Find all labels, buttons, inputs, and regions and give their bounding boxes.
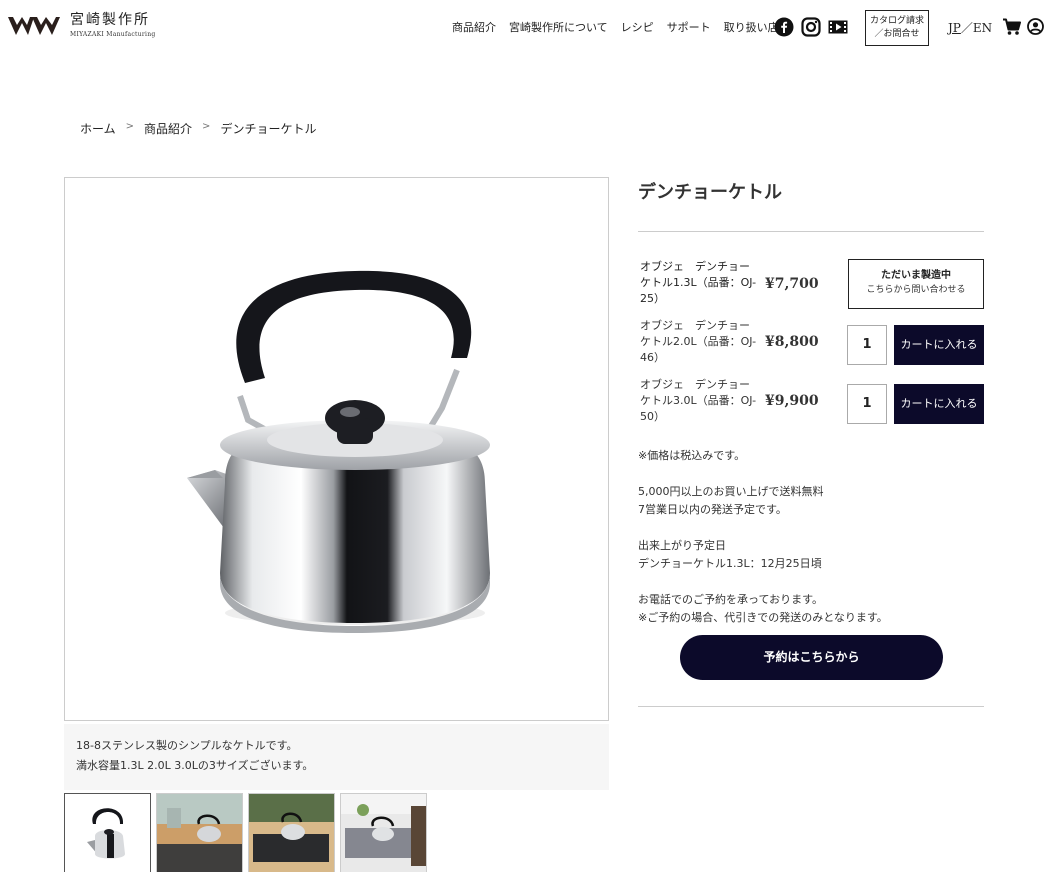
inquiry-button[interactable]: ただいま製造中 こちらから問い合わせる [848,259,984,309]
logo-mark-icon [8,17,60,35]
youtube-icon[interactable] [828,17,848,37]
completion-label: 出来上がり予定日 [638,539,726,552]
shipping-line: 5,000円以上のお買い上げで送料無料 [638,485,824,498]
divider [638,706,984,707]
add-to-cart-button[interactable]: カートに入れる [894,384,984,424]
thumbnail-gallery [64,793,432,872]
instagram-icon[interactable] [801,17,821,37]
breadcrumb: ホーム > 商品紹介 > デンチョーケトル [80,120,316,137]
description-line: 18-8ステンレス製のシンプルなケトルです。 [76,739,298,752]
status-label: ただいま製造中 [881,270,951,281]
phone-line: お電話でのご予約を承っております。 [638,593,824,606]
main-nav: 商品紹介 宮崎製作所について レシピ サポート 取り扱い店舗 [452,19,790,35]
lang-en-link[interactable]: EN [973,21,992,35]
product-main-image [64,177,609,721]
variant-name: オブジェ デンチョーケトル2.0L（品番：OJ-46） [640,319,757,364]
quantity-input[interactable]: 1 [847,325,887,365]
divider [638,231,984,232]
lang-jp-link[interactable]: JP [948,21,961,35]
nav-item-support[interactable]: サポート [667,19,711,35]
account-icon[interactable] [1027,18,1044,35]
catalog-label-line2: ／お問合せ [874,29,920,39]
nav-item-products[interactable]: 商品紹介 [452,19,496,35]
logo-name-en: MIYAZAKI Manufacturing [70,31,156,38]
variant-price: ¥7,700 [765,276,819,292]
variant-price: ¥8,800 [765,334,819,350]
thumbnail-3[interactable] [248,793,335,872]
nav-item-about[interactable]: 宮崎製作所について [509,19,608,35]
cart-icon[interactable] [1003,18,1021,36]
add-to-cart-button[interactable]: カートに入れる [894,325,984,365]
shipping-info: 5,000円以上のお買い上げで送料無料 7営業日以内の発送予定です。 [638,483,824,519]
variant-row: オブジェ デンチョーケトル2.0L（品番：OJ-46） ¥8,800 1 カート… [640,318,986,368]
facebook-icon[interactable] [774,17,794,37]
site-header: 宮崎製作所 MIYAZAKI Manufacturing 商品紹介 宮崎製作所に… [0,0,1048,54]
variant-name: オブジェ デンチョーケトル1.3L（品番：OJ-25） [640,260,757,305]
variant-row: オブジェ デンチョーケトル1.3L（品番：OJ-25） ¥7,700 ただいま製… [640,259,986,309]
catalog-request-button[interactable]: カタログ請求 ／お問合せ [865,10,929,46]
product-title: デンチョーケトル [638,182,782,203]
phone-line: ※ご予約の場合、代引きでの発送のみとなります。 [638,611,888,624]
reserve-button[interactable]: 予約はこちらから [680,635,943,680]
inquiry-label: こちらから問い合わせる [866,285,966,295]
site-logo[interactable]: 宮崎製作所 MIYAZAKI Manufacturing [6,12,156,38]
logo-text: 宮崎製作所 MIYAZAKI Manufacturing [70,12,156,38]
variant-row: オブジェ デンチョーケトル3.0L（品番：OJ-50） ¥9,900 1 カート… [640,377,986,427]
kettle-image [187,270,490,633]
quantity-input[interactable]: 1 [847,384,887,424]
thumbnail-2[interactable] [156,793,243,872]
thumbnail-4[interactable] [340,793,427,872]
nav-item-recipe[interactable]: レシピ [621,19,654,35]
shipping-line: 7営業日以内の発送予定です。 [638,503,787,516]
language-switcher: JP／EN [948,19,992,36]
variant-name: オブジェ デンチョーケトル3.0L（品番：OJ-50） [640,378,757,423]
breadcrumb-category[interactable]: 商品紹介 [144,120,192,137]
catalog-label-line1: カタログ請求 [869,16,924,26]
breadcrumb-home[interactable]: ホーム [80,120,116,137]
description-line: 満水容量1.3L 2.0L 3.0Lの3サイズございます。 [76,759,314,772]
completion-info: 出来上がり予定日 デンチョーケトル1.3L：12月25日頃 [638,537,822,573]
social-links [774,17,855,37]
tax-note: ※価格は税込みです。 [638,449,746,462]
completion-date: デンチョーケトル1.3L：12月25日頃 [638,557,822,570]
breadcrumb-separator: > [125,121,135,132]
variant-price: ¥9,900 [765,393,819,409]
thumbnail-1[interactable] [64,793,151,872]
logo-name-jp: 宮崎製作所 [70,12,150,28]
phone-reservation-info: お電話でのご予約を承っております。 ※ご予約の場合、代引きでの発送のみとなります… [638,591,888,627]
breadcrumb-separator: > [202,121,211,132]
lang-separator: ／ [960,21,973,35]
breadcrumb-current: デンチョーケトル [220,122,317,136]
product-description: 18-8ステンレス製のシンプルなケトルです。 満水容量1.3L 2.0L 3.0… [64,724,609,790]
